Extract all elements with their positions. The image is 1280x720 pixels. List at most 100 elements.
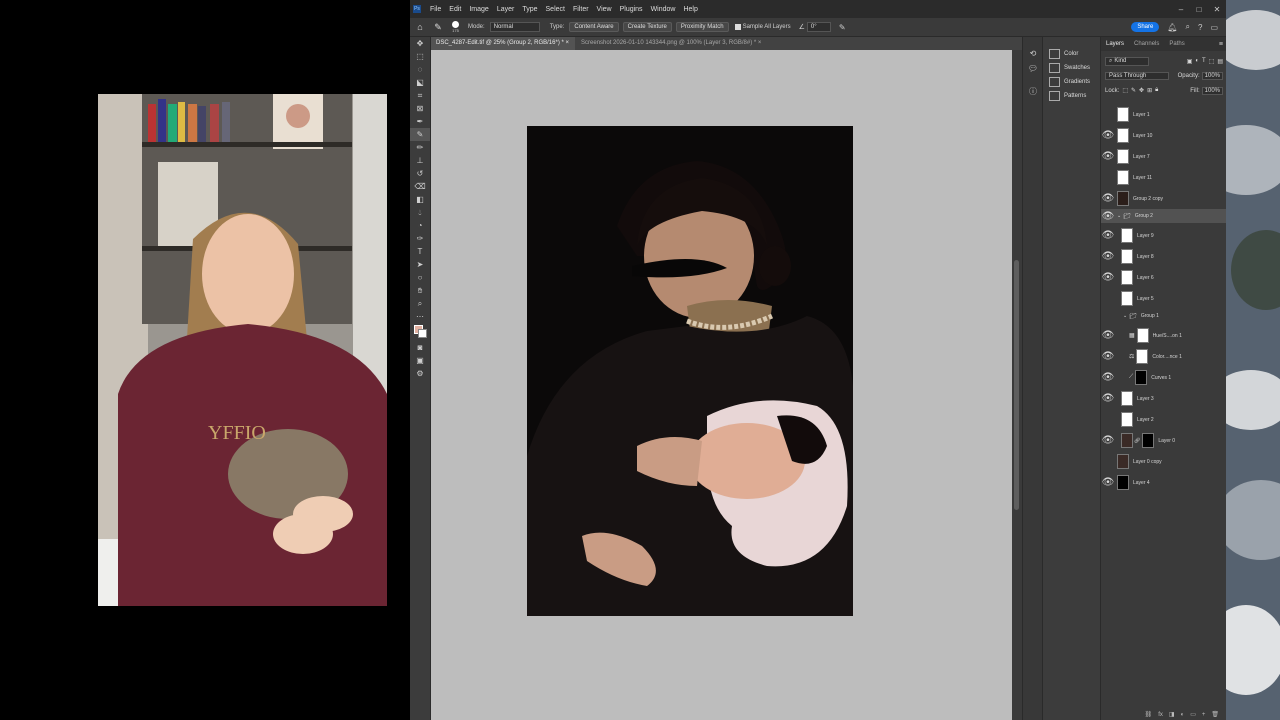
adjustment-layer-row[interactable]: 👁︎ ⚖ Color....nce 1 xyxy=(1101,346,1226,367)
zoom-tool-icon[interactable]: ⌕ xyxy=(410,297,430,310)
panel-menu-icon[interactable]: ≡ xyxy=(1219,41,1223,48)
object-selection-tool-icon[interactable]: ⬕ xyxy=(410,76,430,89)
tab-dsc-4287[interactable]: DSC_4287-Edit.tif @ 25% (Group 2, RGB/16… xyxy=(430,37,576,50)
edit-toolbar-icon[interactable]: ⚙ xyxy=(410,367,430,380)
spot-healing-brush-icon[interactable]: ✎ xyxy=(430,22,446,33)
close-icon[interactable]: ✕ xyxy=(1208,5,1226,14)
eye-icon[interactable]: 👁︎ xyxy=(1101,151,1115,162)
pixel-filter-icon[interactable]: ▣ xyxy=(1187,58,1193,65)
eye-icon[interactable]: 👁︎ xyxy=(1101,130,1115,141)
layer-row[interactable]: Layer 5 xyxy=(1101,288,1226,309)
group-row[interactable]: 👁︎ ⌄ 📁︎ Group 2 xyxy=(1101,209,1226,223)
dodge-tool-icon[interactable]: ◔ xyxy=(410,219,430,232)
path-selection-tool-icon[interactable]: ➤ xyxy=(410,258,430,271)
gradient-tool-icon[interactable]: ◧ xyxy=(410,193,430,206)
layer-row[interactable]: 👁︎ 🔗︎ Layer 0 xyxy=(1101,430,1226,451)
bell-icon[interactable]: 🔔︎ xyxy=(1167,23,1177,32)
fx-icon[interactable]: fx xyxy=(1158,712,1163,718)
lasso-tool-icon[interactable]: ◌ xyxy=(410,63,430,76)
crop-tool-icon[interactable]: ⌗ xyxy=(410,89,430,102)
expand-chevron-icon[interactable]: ⌄ xyxy=(1117,213,1121,219)
hand-tool-icon[interactable]: ✋︎ xyxy=(410,284,430,297)
menu-edit[interactable]: Edit xyxy=(445,6,465,13)
panel-gradients[interactable]: Gradients xyxy=(1043,75,1101,89)
move-tool-icon[interactable]: ✥ xyxy=(410,37,430,50)
blend-mode-select[interactable]: Pass Through xyxy=(1105,71,1169,80)
lock-all-icon[interactable]: 🔒︎ xyxy=(1155,87,1158,94)
tab-layers[interactable]: Layers xyxy=(1101,41,1129,47)
expand-chevron-icon[interactable]: ⌄ xyxy=(1123,313,1127,319)
eye-icon[interactable]: 👁︎ xyxy=(1101,351,1115,362)
lock-artboard-icon[interactable]: ⊞ xyxy=(1147,87,1152,94)
tab-close-icon[interactable]: × xyxy=(758,40,762,46)
menu-filter[interactable]: Filter xyxy=(569,6,593,13)
menu-help[interactable]: Help xyxy=(679,6,701,13)
share-button[interactable]: Share xyxy=(1131,22,1160,32)
scrollbar-thumb[interactable] xyxy=(1014,260,1019,510)
sample-all-layers-checkbox[interactable]: Sample All Layers xyxy=(734,24,791,30)
lock-position-icon[interactable]: ✥ xyxy=(1139,87,1144,94)
layer-row[interactable]: 👁︎ Layer 10 xyxy=(1101,125,1226,146)
layer-row[interactable]: Layer 2 xyxy=(1101,409,1226,430)
screen-mode-icon[interactable]: ▣ xyxy=(410,354,430,367)
delete-layer-icon[interactable]: 🗑︎ xyxy=(1211,711,1219,718)
lock-image-icon[interactable]: ✎ xyxy=(1131,87,1136,94)
layer-row[interactable]: 👁︎ Layer 4 xyxy=(1101,472,1226,493)
opacity-field[interactable]: 100% xyxy=(1201,71,1223,80)
eye-icon[interactable]: 👁︎ xyxy=(1101,435,1115,446)
menu-plugins[interactable]: Plugins xyxy=(616,6,647,13)
blur-tool-icon[interactable]: 💧︎ xyxy=(410,206,430,219)
menu-view[interactable]: View xyxy=(593,6,616,13)
info-panel-icon[interactable]: ⓘ xyxy=(1023,85,1043,98)
eye-icon[interactable]: 👁︎ xyxy=(1101,193,1115,204)
help-icon[interactable]: ? xyxy=(1198,23,1202,32)
eye-icon[interactable]: 👁︎ xyxy=(1101,393,1115,404)
mode-select[interactable]: Normal xyxy=(489,22,540,32)
pen-tool-icon[interactable]: ✑ xyxy=(410,232,430,245)
type-filter-icon[interactable]: T xyxy=(1202,58,1206,64)
clone-stamp-tool-icon[interactable]: ⊥ xyxy=(410,154,430,167)
layer-row[interactable]: 👁︎ Layer 9 xyxy=(1101,225,1226,246)
add-mask-icon[interactable]: ◨ xyxy=(1169,711,1175,718)
quick-mask-icon[interactable]: ◙ xyxy=(410,341,430,354)
layer-row[interactable]: 👁︎ Layer 7 xyxy=(1101,146,1226,167)
comments-panel-icon[interactable]: 💬︎ xyxy=(1023,62,1043,75)
menu-select[interactable]: Select xyxy=(542,6,569,13)
adjustment-layer-row[interactable]: 👁︎ ▦ Hue/S....on 1 xyxy=(1101,325,1226,346)
adjustment-filter-icon[interactable]: ◐ xyxy=(1195,58,1199,64)
marquee-tool-icon[interactable]: ⬚ xyxy=(410,50,430,63)
content-aware-button[interactable]: Content Aware xyxy=(569,22,619,32)
layer-row[interactable]: Layer 0 copy xyxy=(1101,451,1226,472)
smart-filter-icon[interactable]: ▤ xyxy=(1217,58,1223,65)
workspace-icon[interactable]: ▭ xyxy=(1210,23,1218,32)
eyedropper-tool-icon[interactable]: ✒ xyxy=(410,115,430,128)
group-row[interactable]: ⌄ 📁︎ Group 1 xyxy=(1101,309,1226,323)
tab-channels[interactable]: Channels xyxy=(1129,41,1164,47)
background-color-swatch[interactable] xyxy=(418,329,427,338)
proximity-match-button[interactable]: Proximity Match xyxy=(675,22,729,32)
fill-field[interactable]: 100% xyxy=(1201,86,1223,95)
menu-layer[interactable]: Layer xyxy=(493,6,519,13)
new-adjustment-icon[interactable]: ◐ xyxy=(1181,712,1185,718)
brush-tool-icon[interactable]: ✏ xyxy=(410,141,430,154)
new-layer-icon[interactable]: + xyxy=(1202,712,1206,718)
layer-row[interactable]: 👁︎ Group 2 copy xyxy=(1101,188,1226,209)
brush-preset-picker[interactable]: 175 xyxy=(452,21,459,33)
menu-window[interactable]: Window xyxy=(647,6,680,13)
frame-tool-icon[interactable]: ⊠ xyxy=(410,102,430,115)
layer-row[interactable]: Layer 1 xyxy=(1101,104,1226,125)
eye-icon[interactable]: 👁︎ xyxy=(1101,272,1115,283)
history-panel-icon[interactable]: ⟲ xyxy=(1023,47,1043,60)
tab-paths[interactable]: Paths xyxy=(1164,41,1189,47)
document-canvas[interactable] xyxy=(527,126,853,616)
tab-screenshot[interactable]: Screenshot 2026-01-10 143344.png @ 100% … xyxy=(575,37,767,50)
panel-patterns[interactable]: Patterns xyxy=(1043,89,1101,103)
more-tools-icon[interactable]: ⋯ xyxy=(410,310,430,323)
type-tool-icon[interactable]: T xyxy=(410,245,430,258)
history-brush-tool-icon[interactable]: ↺ xyxy=(410,167,430,180)
lock-pixels-icon[interactable]: ⬚ xyxy=(1122,87,1128,94)
eye-icon[interactable]: 👁︎ xyxy=(1101,477,1115,488)
spot-healing-tool-icon[interactable]: ✎ xyxy=(410,128,430,141)
shape-tool-icon[interactable]: ○ xyxy=(410,271,430,284)
create-texture-button[interactable]: Create Texture xyxy=(622,22,672,32)
